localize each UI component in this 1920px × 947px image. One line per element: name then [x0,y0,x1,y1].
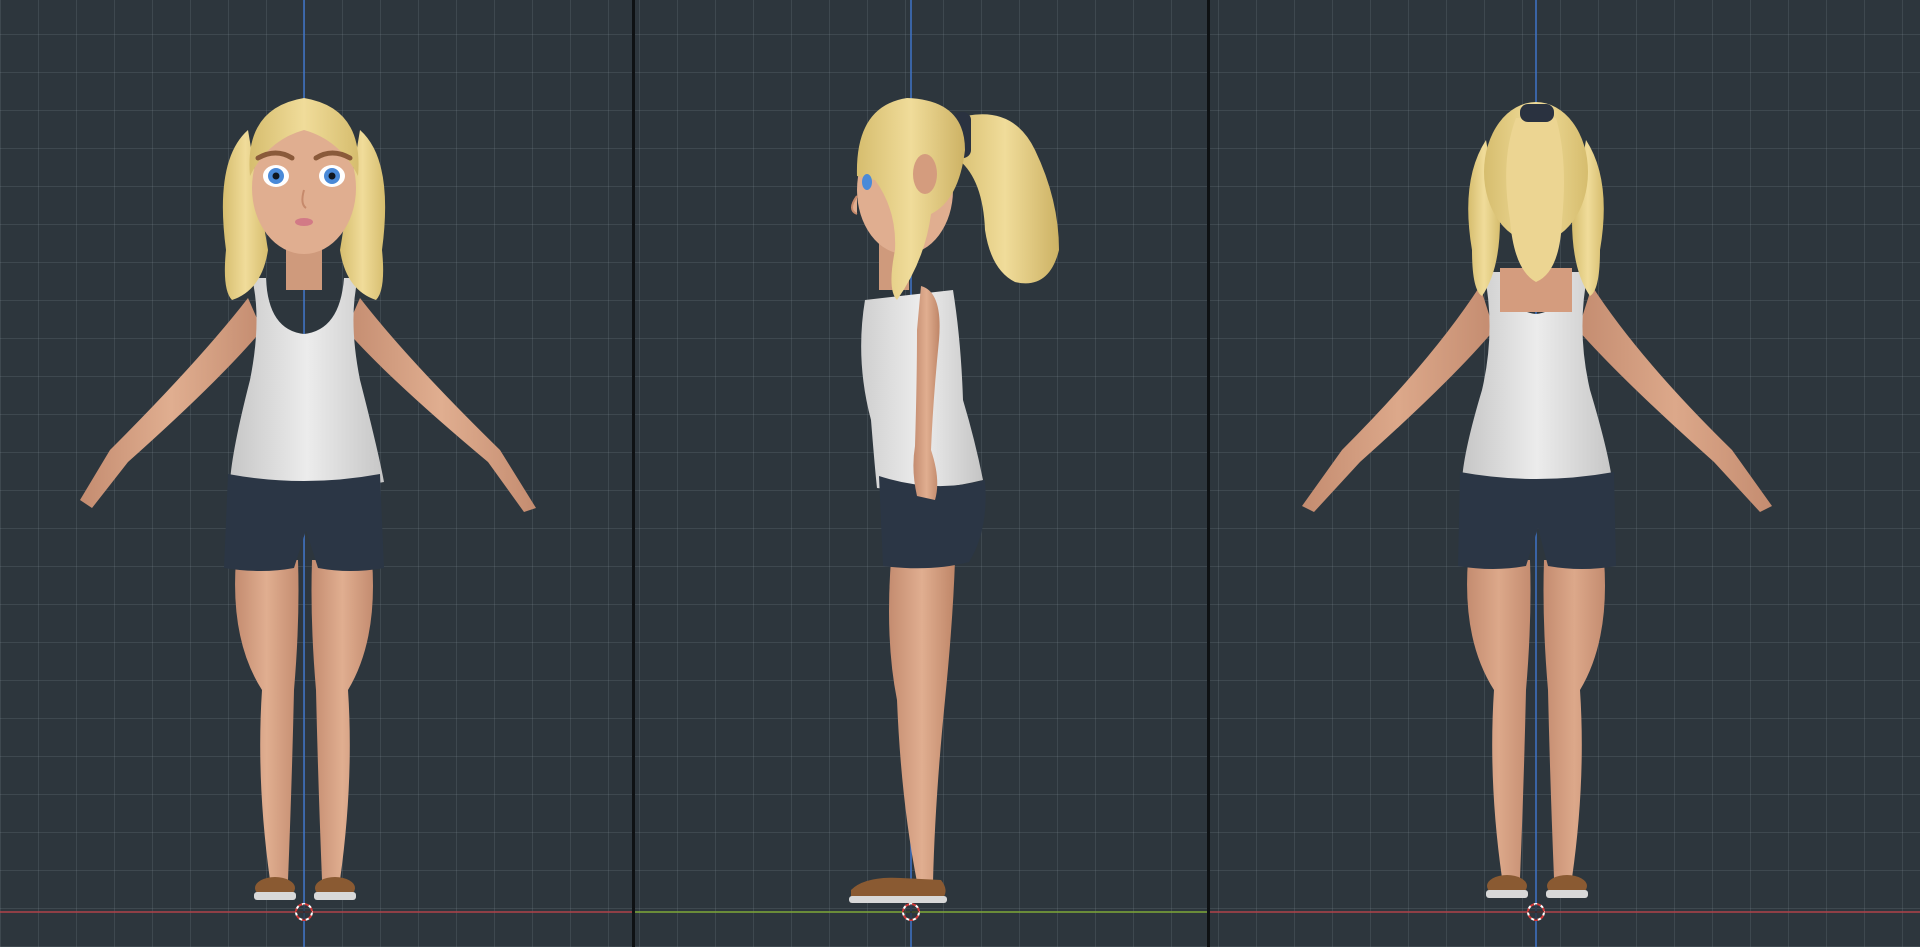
origin-cursor-icon [295,903,313,921]
viewport-back[interactable] [1210,0,1920,947]
back-scene [1210,0,1920,947]
character-back[interactable] [1302,102,1772,898]
front-scene [0,0,632,947]
viewport-side[interactable] [635,0,1207,947]
viewport-front[interactable] [0,0,632,947]
viewport-area [0,0,1920,947]
origin-cursor-icon [902,903,920,921]
origin-cursor-icon [1527,903,1545,921]
character-front[interactable] [80,98,536,900]
character-side[interactable] [849,98,1059,903]
side-scene [635,0,1207,947]
